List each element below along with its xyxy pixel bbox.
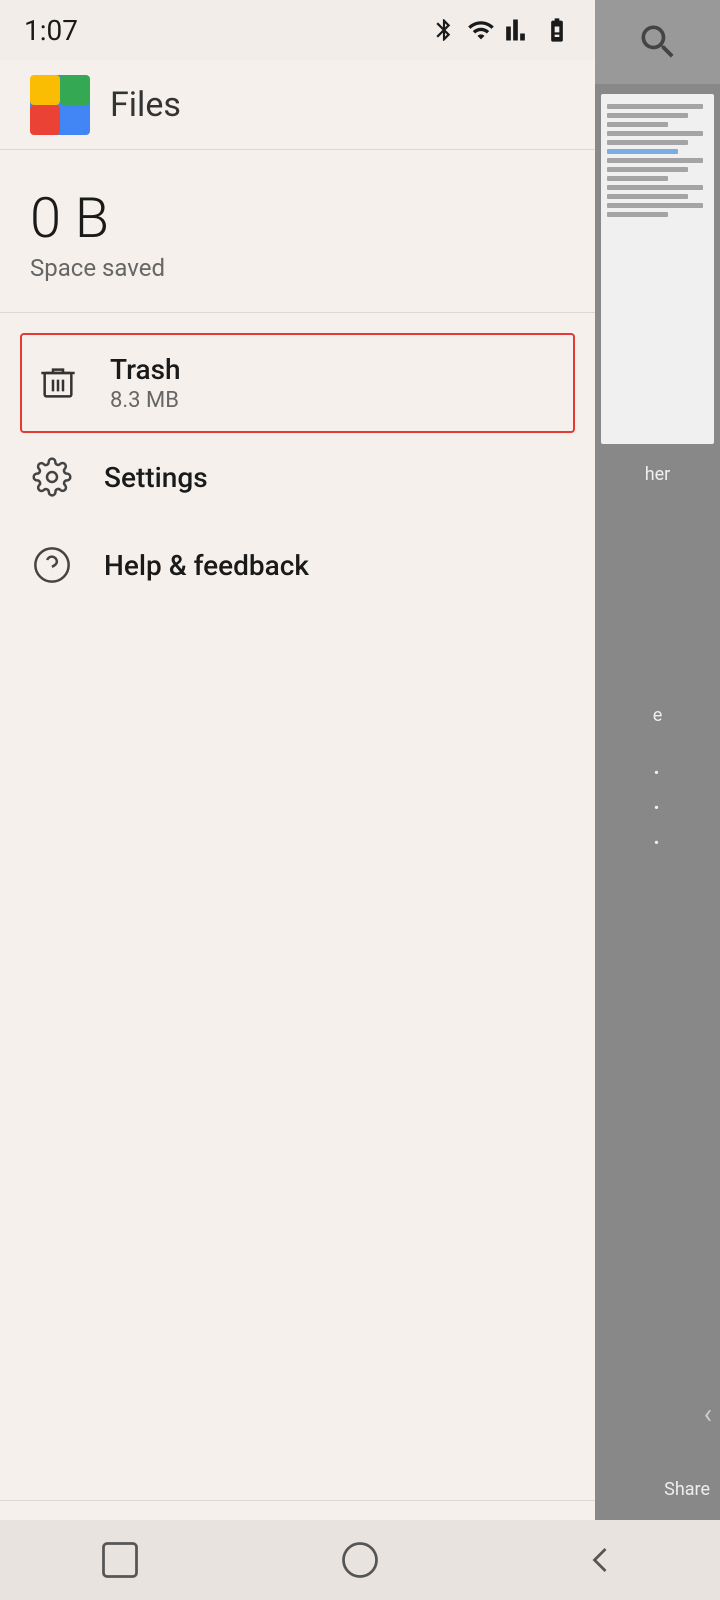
overlay-document <box>601 94 714 444</box>
help-title: Help & feedback <box>104 549 309 582</box>
nav-back-button[interactable] <box>565 1535 635 1585</box>
app-header: Files <box>0 60 595 150</box>
app-title: Files <box>110 85 181 125</box>
overlay-dots: ··· <box>653 736 663 881</box>
help-icon <box>30 543 74 587</box>
overlay-text-e: e <box>648 695 668 736</box>
space-label: Space saved <box>30 254 565 282</box>
settings-title: Settings <box>104 461 208 494</box>
menu-list: Trash 8.3 MB Settings <box>0 313 595 1500</box>
trash-title: Trash <box>110 353 181 386</box>
bluetooth-icon <box>431 17 457 43</box>
nav-circle-button[interactable] <box>325 1535 395 1585</box>
bottom-navigation <box>0 1520 720 1600</box>
overlay-search-area <box>595 0 720 84</box>
signal-icon <box>505 16 533 44</box>
settings-icon <box>30 455 74 499</box>
navigation-drawer: 1:07 F <box>0 0 595 1600</box>
home-circle-icon <box>338 1538 382 1582</box>
battery-icon <box>543 16 571 44</box>
background-content: her e ··· ‹ Share <box>595 0 720 1600</box>
status-time: 1:07 <box>24 14 78 47</box>
space-saved-section: 0 B Space saved <box>0 150 595 313</box>
overlay-arrow: ‹ <box>704 1397 712 1430</box>
wifi-icon <box>467 16 495 44</box>
trash-icon <box>36 361 80 405</box>
space-amount: 0 B <box>30 190 565 246</box>
status-icons <box>431 16 571 44</box>
trash-item-text: Trash 8.3 MB <box>110 353 181 413</box>
overlay-text-her: her <box>640 454 676 495</box>
menu-item-settings[interactable]: Settings <box>0 433 595 521</box>
trash-subtitle: 8.3 MB <box>110 388 181 413</box>
settings-item-text: Settings <box>104 461 208 494</box>
back-triangle-icon <box>578 1538 622 1582</box>
menu-item-help[interactable]: Help & feedback <box>0 521 595 609</box>
help-item-text: Help & feedback <box>104 549 309 582</box>
menu-item-trash[interactable]: Trash 8.3 MB <box>20 333 575 433</box>
nav-square-button[interactable] <box>85 1535 155 1585</box>
app-logo <box>30 75 90 135</box>
overlay-share-text: Share <box>664 1479 710 1500</box>
drawer-status-bar: 1:07 <box>0 0 595 60</box>
home-square-icon <box>98 1538 142 1582</box>
